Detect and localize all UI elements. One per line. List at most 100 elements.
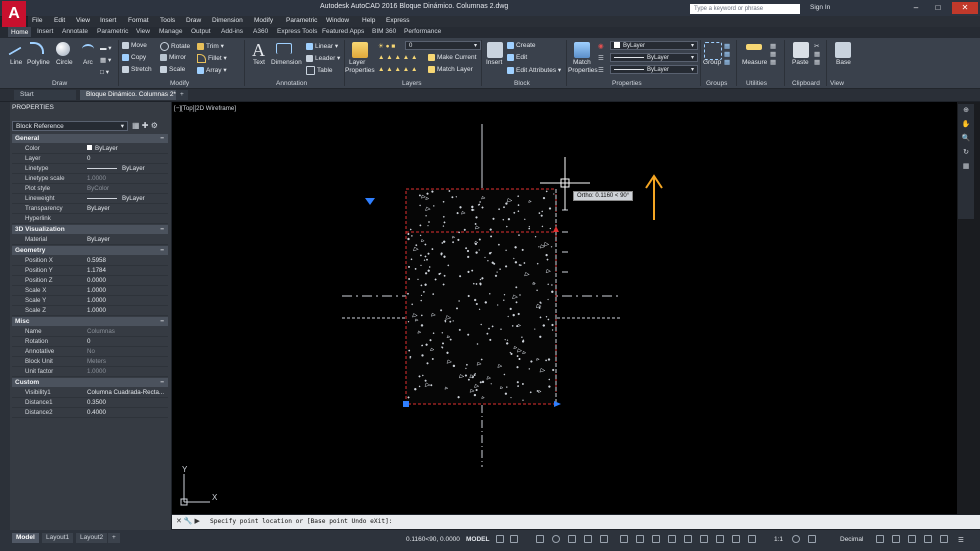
- circle-button[interactable]: Circle: [56, 59, 73, 66]
- property-row[interactable]: Annotative No: [12, 347, 168, 357]
- navigation-bar[interactable]: ⊕ ✋ 🔍 ↻ ▦: [958, 104, 974, 219]
- tab-home[interactable]: Home: [8, 27, 32, 37]
- lineweight-dropdown[interactable]: ByLayer ▾: [610, 65, 698, 74]
- property-row[interactable]: Material ByLayer: [12, 235, 168, 245]
- property-value[interactable]: No: [87, 347, 95, 356]
- properties-panel-title[interactable]: Properties: [612, 80, 642, 87]
- object-snap-icon[interactable]: [600, 535, 608, 543]
- layer-state-icons[interactable]: ☀ ● ■: [378, 42, 395, 50]
- property-row[interactable]: Scale Z 1.0000: [12, 306, 168, 316]
- palette-sidebar[interactable]: [0, 102, 10, 542]
- tab-a360[interactable]: A360: [253, 28, 268, 35]
- section-header[interactable]: Geometry −: [12, 246, 168, 255]
- section-header[interactable]: General −: [12, 134, 168, 143]
- annotation-monitor-icon[interactable]: [808, 535, 816, 543]
- layout-tab-layout2[interactable]: Layout2: [76, 533, 108, 543]
- layout-tab-layout1[interactable]: Layout1: [42, 533, 74, 543]
- menu-modify[interactable]: Modify: [254, 17, 273, 24]
- isodraft-icon[interactable]: [568, 535, 576, 543]
- move-button[interactable]: Move: [122, 42, 147, 49]
- view-panel-title[interactable]: View: [830, 80, 844, 87]
- mirror-button[interactable]: Mirror: [160, 54, 186, 61]
- menu-file[interactable]: File: [32, 17, 42, 24]
- property-value[interactable]: ByLayer: [122, 194, 145, 203]
- auto-scale-icon[interactable]: [748, 535, 756, 543]
- workspace-gear-icon[interactable]: [792, 535, 800, 543]
- menu-view[interactable]: View: [76, 17, 90, 24]
- property-value[interactable]: 0.5958: [87, 256, 106, 265]
- sign-in-button[interactable]: Sign In: [810, 4, 830, 11]
- property-row[interactable]: Rotation 0: [12, 337, 168, 347]
- group-button[interactable]: Group: [703, 59, 721, 66]
- collapse-icon[interactable]: −: [160, 317, 164, 326]
- collapse-icon[interactable]: −: [160, 134, 164, 143]
- snap-icon[interactable]: [510, 535, 518, 543]
- application-menu-button[interactable]: A: [2, 1, 26, 27]
- draw-region-icon[interactable]: □ ▾: [100, 68, 109, 76]
- quick-properties-icon[interactable]: [876, 535, 884, 543]
- property-value[interactable]: 1.0000: [87, 306, 106, 315]
- new-tab-button[interactable]: +: [176, 90, 188, 100]
- menu-parametric[interactable]: Parametric: [286, 17, 317, 24]
- property-value[interactable]: 0: [87, 154, 90, 163]
- coordinates-readout[interactable]: 0.1160<90, 0.0000: [406, 536, 460, 543]
- utilities-panel-title[interactable]: Utilities: [746, 80, 767, 87]
- polyline-button[interactable]: Polyline: [27, 59, 50, 66]
- make-current-button[interactable]: Make Current: [428, 54, 476, 61]
- annotation-visibility-icon[interactable]: [732, 535, 740, 543]
- property-row[interactable]: Linetype ByLayer: [12, 164, 168, 174]
- lineweight-icon[interactable]: ☰: [598, 54, 604, 62]
- measure-button[interactable]: Measure: [742, 59, 767, 66]
- menu-format[interactable]: Format: [128, 17, 149, 24]
- match-layer-button[interactable]: Match Layer: [428, 66, 473, 73]
- fillet-button[interactable]: Fillet ▾: [197, 54, 227, 63]
- collapse-icon[interactable]: −: [160, 246, 164, 255]
- tab-bim-360[interactable]: BIM 360: [372, 28, 396, 35]
- property-value[interactable]: ByLayer: [87, 235, 110, 244]
- tab-featured-apps[interactable]: Featured Apps: [322, 28, 364, 35]
- property-value[interactable]: ByLayer: [122, 164, 145, 173]
- table-button[interactable]: Table: [306, 66, 333, 75]
- property-row[interactable]: Linetype scale 1.0000: [12, 174, 168, 184]
- menu-help[interactable]: Help: [362, 17, 375, 24]
- arc-button[interactable]: Arc: [83, 59, 93, 66]
- property-row[interactable]: Distance1 0.3500: [12, 398, 168, 408]
- tab-add-ins[interactable]: Add-ins: [221, 28, 243, 35]
- layer-tool-icons-row2[interactable]: ▲ ▲ ▲ ▲ ▲: [378, 54, 417, 61]
- paste-button[interactable]: Paste: [792, 59, 809, 66]
- copy-button[interactable]: Copy: [122, 54, 146, 61]
- trim-button[interactable]: Trim ▾: [197, 42, 224, 50]
- layout-tab-model[interactable]: Model: [12, 533, 39, 543]
- draw-panel-title[interactable]: Draw: [52, 80, 67, 87]
- property-value[interactable]: 1.0000: [87, 296, 106, 305]
- menu-draw[interactable]: Draw: [186, 17, 201, 24]
- create-block-button[interactable]: Create: [507, 42, 536, 49]
- layer-dropdown[interactable]: 0 ▾: [405, 41, 481, 50]
- property-row[interactable]: Block Unit Meters: [12, 357, 168, 367]
- property-value[interactable]: 1.0000: [87, 174, 106, 183]
- property-row[interactable]: Plot style ByColor: [12, 184, 168, 194]
- lock-ui-icon[interactable]: [892, 535, 900, 543]
- minimize-icon[interactable]: –: [906, 2, 926, 14]
- ortho-icon[interactable]: [536, 535, 544, 543]
- linear-button[interactable]: Linear ▾: [306, 42, 338, 50]
- command-prompt[interactable]: Specify point location or [Base point Un…: [210, 518, 393, 525]
- hardware-acceleration-icon[interactable]: [924, 535, 932, 543]
- menu-dimension[interactable]: Dimension: [212, 17, 243, 24]
- property-row[interactable]: Name Columnas: [12, 327, 168, 337]
- 3d-osnap-icon[interactable]: [668, 535, 676, 543]
- rotate-button[interactable]: Rotate: [160, 42, 190, 51]
- maximize-icon[interactable]: □: [928, 2, 948, 14]
- isolate-objects-icon[interactable]: [908, 535, 916, 543]
- property-row[interactable]: Visibility1 Columna Cuadrada-Recta...: [12, 388, 168, 398]
- menu-edit[interactable]: Edit: [54, 17, 65, 24]
- property-row[interactable]: Scale X 1.0000: [12, 286, 168, 296]
- dimension-button[interactable]: Dimension: [271, 59, 302, 66]
- property-row[interactable]: Layer 0: [12, 154, 168, 164]
- layer-tool-icons-row3[interactable]: ▲ ▲ ▲ ▲ ▲: [378, 66, 417, 73]
- property-value[interactable]: 0: [87, 337, 90, 346]
- modify-panel-title[interactable]: Modify: [170, 80, 189, 87]
- edit-block-button[interactable]: Edit: [507, 54, 527, 61]
- group-tools-icons[interactable]: ▦ ▦ ▦: [724, 42, 730, 66]
- insert-button[interactable]: Insert: [486, 59, 502, 66]
